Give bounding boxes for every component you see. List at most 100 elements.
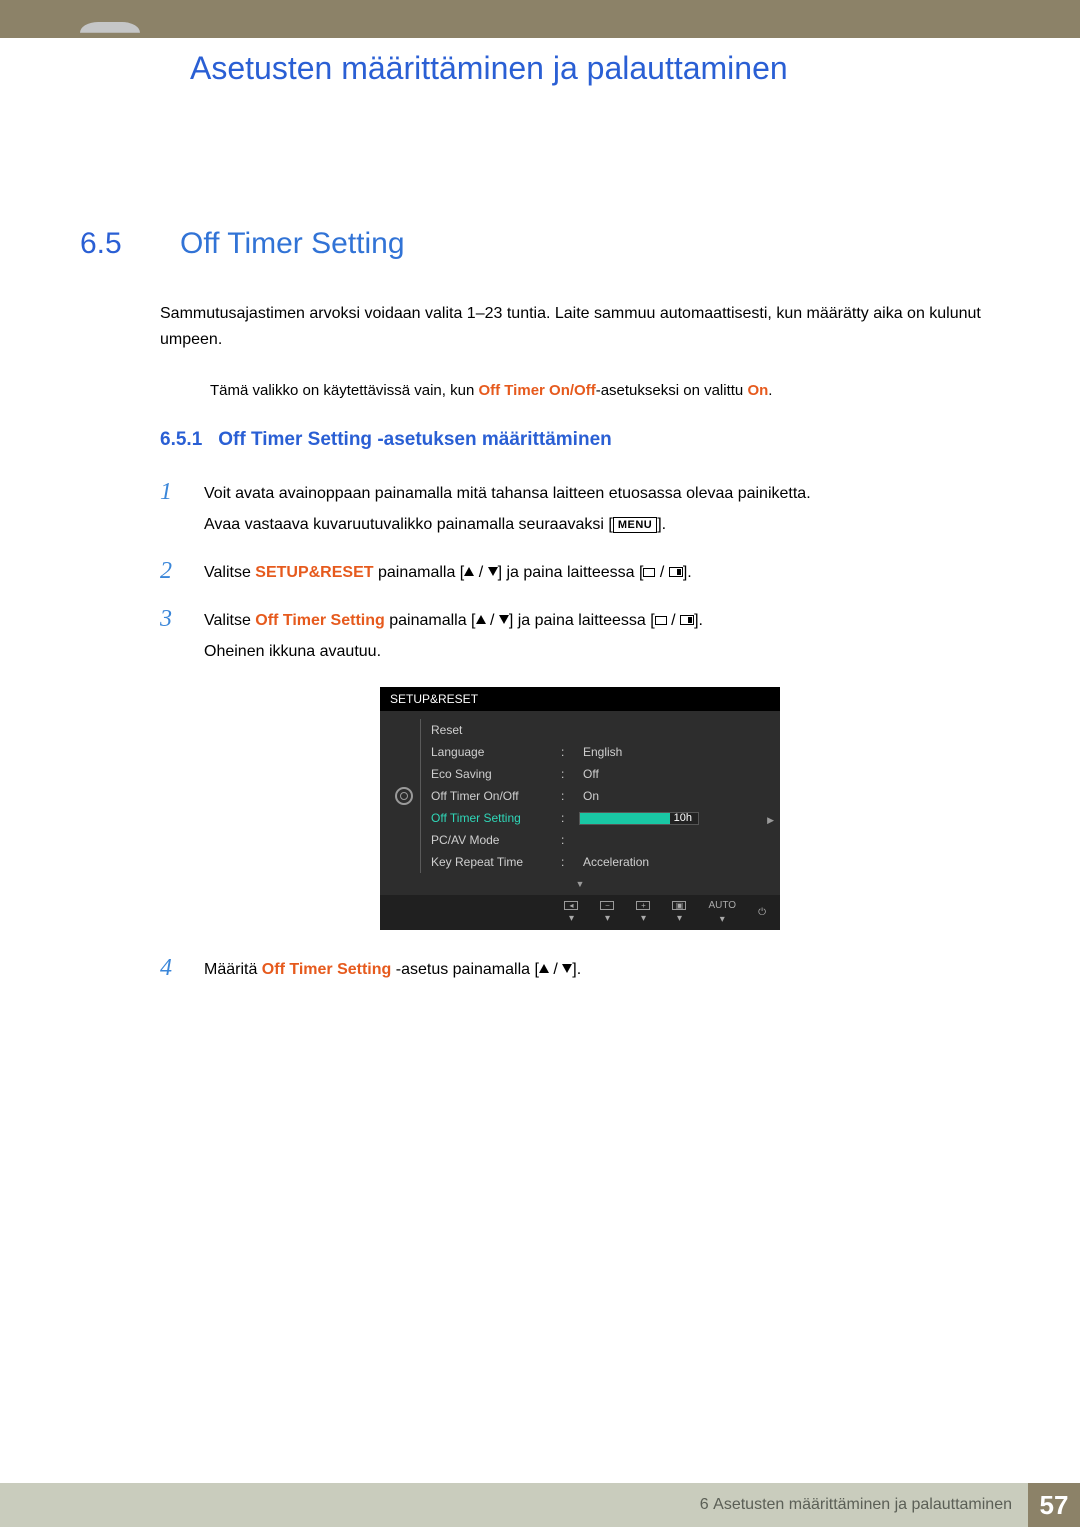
triangle-down-icon — [499, 615, 509, 624]
osd-row-off-timer-onoff: Off Timer On/Off : On — [431, 785, 766, 807]
osd-footer-plus: +▾ — [636, 901, 650, 924]
step-1: 1 Voit avata avainoppaan painamalla mitä… — [160, 479, 1000, 540]
gear-icon — [395, 787, 413, 805]
osd-row-reset: Reset — [431, 719, 766, 741]
page-footer: 6 Asetusten määrittäminen ja palauttamin… — [0, 1483, 1080, 1527]
step-text: Valitse SETUP&RESET painamalla [ / ] ja … — [204, 558, 692, 588]
page-number: 57 — [1028, 1483, 1080, 1527]
osd-slider-track: 10h — [579, 812, 699, 825]
enter-icon — [680, 615, 694, 625]
step-2-c: painamalla [ — [374, 564, 465, 581]
note-ref-on: On — [747, 382, 768, 399]
note-mid: -asetukseksi on valittu — [596, 382, 748, 399]
osd-left-pane — [388, 719, 420, 873]
step-2-d: ] ja paina laitteessa [ — [498, 564, 644, 581]
subsection-title: Off Timer Setting -asetuksen määrittämin… — [218, 429, 611, 451]
osd-screenshot-wrap: SETUP&RESET Reset Language : English — [160, 687, 1000, 930]
footer-bar: 6 Asetusten määrittäminen ja palauttamin… — [0, 1483, 1080, 1527]
step-3-d: ] ja paina laitteessa [ — [509, 612, 655, 629]
minus-icon: − — [600, 901, 614, 910]
step-3: 3 Valitse Off Timer Setting painamalla [… — [160, 606, 1000, 667]
enter-icon — [669, 567, 683, 577]
osd-slider-fill — [580, 813, 670, 824]
osd-footer-enter: ▣▾ — [672, 901, 686, 924]
osd-row-language: Language : English — [431, 741, 766, 763]
plus-icon: + — [636, 901, 650, 910]
footer-chapter-index: 6 — [700, 1496, 709, 1514]
steps-list: 1 Voit avata avainoppaan painamalla mitä… — [160, 479, 1000, 985]
osd-row-label: Key Repeat Time — [431, 855, 551, 869]
step-1-line2-b: ]. — [657, 516, 666, 533]
osd-row-value: Acceleration — [583, 855, 766, 869]
colon: : — [561, 745, 573, 759]
osd-row-key-repeat-time: Key Repeat Time : Acceleration — [431, 851, 766, 873]
osd-row-label: Off Timer Setting — [431, 811, 551, 825]
back-icon: ◂ — [564, 901, 578, 910]
section-note: Tämä valikko on käytettävissä vain, kun … — [210, 382, 1000, 399]
triangle-down-icon — [488, 567, 498, 576]
osd-menu-list: Reset Language : English Eco Saving : Of… — [420, 719, 766, 873]
list-more-indicator: ▼ — [380, 877, 780, 895]
triangle-up-icon — [539, 964, 549, 973]
osd-row-value: Off — [583, 767, 766, 781]
colon: : — [561, 855, 573, 869]
colon: : — [561, 789, 573, 803]
note-suffix: . — [768, 382, 772, 399]
osd-row-label: Eco Saving — [431, 767, 551, 781]
footer-chapter: 6 Asetusten määrittäminen ja palauttamin… — [0, 1483, 1028, 1527]
step-text: Voit avata avainoppaan painamalla mitä t… — [204, 479, 811, 540]
osd-row-value: On — [583, 789, 766, 803]
subsection-heading: 6.5.1 Off Timer Setting -asetuksen määri… — [160, 429, 1000, 451]
osd-footer-back: ◂▾ — [564, 901, 578, 924]
power-icon: ⏻ — [758, 907, 766, 918]
osd-row-eco-saving: Eco Saving : Off — [431, 763, 766, 785]
step-3-a: Valitse — [204, 612, 255, 629]
triangle-up-icon — [476, 615, 486, 624]
square-icon — [655, 616, 667, 625]
section-number: 6.5 — [80, 227, 150, 261]
osd-title-bar: SETUP&RESET — [380, 687, 780, 711]
colon: : — [561, 811, 573, 825]
osd-slider-cell: 10h — [583, 812, 766, 825]
osd-body: Reset Language : English Eco Saving : Of… — [380, 711, 780, 877]
section-heading-row: 6.5 Off Timer Setting — [80, 227, 1000, 261]
osd-row-value: English — [583, 745, 766, 759]
section-intro-text: Sammutusajastimen arvoksi voidaan valita… — [160, 301, 1000, 352]
step-4-a: Määritä — [204, 961, 262, 978]
subsection-number: 6.5.1 — [160, 429, 202, 451]
section-title: Off Timer Setting — [180, 227, 405, 261]
off-timer-setting-label: Off Timer Setting — [255, 612, 385, 629]
footer-chapter-name: Asetusten määrittäminen ja palauttaminen — [713, 1496, 1012, 1514]
step-number: 3 — [160, 606, 182, 667]
step-3-f: Oheinen ikkuna avautuu. — [204, 637, 703, 667]
osd-footer-minus: −▾ — [600, 901, 614, 924]
off-timer-setting-label: Off Timer Setting — [262, 961, 392, 978]
step-2-a: Valitse — [204, 564, 255, 581]
osd-footer-hints: ◂▾ −▾ +▾ ▣▾ AUTO▾ ⏻ — [380, 895, 780, 930]
menu-badge: MENU — [613, 517, 657, 533]
step-2-e: ]. — [683, 564, 692, 581]
osd-row-label: Language — [431, 745, 551, 759]
step-1-line1: Voit avata avainoppaan painamalla mitä t… — [204, 479, 811, 509]
colon: : — [561, 767, 573, 781]
osd-row-label: Reset — [431, 723, 551, 737]
setup-reset-label: SETUP&RESET — [255, 564, 373, 581]
step-2: 2 Valitse SETUP&RESET painamalla [ / ] j… — [160, 558, 1000, 588]
enter-icon-small: ▣ — [672, 901, 686, 910]
arrow-right-icon: ▶ — [767, 815, 774, 826]
osd-footer-auto: AUTO▾ — [708, 900, 736, 925]
step-1-line2: Avaa vastaava kuvaruutuvalikko painamall… — [204, 510, 811, 540]
step-1-line2-a: Avaa vastaava kuvaruutuvalikko painamall… — [204, 516, 613, 533]
osd-panel: SETUP&RESET Reset Language : English — [380, 687, 780, 930]
step-text: Valitse Off Timer Setting painamalla [ /… — [204, 606, 703, 667]
square-icon — [643, 568, 655, 577]
step-number: 1 — [160, 479, 182, 540]
colon: : — [561, 833, 573, 847]
osd-row-label: Off Timer On/Off — [431, 789, 551, 803]
step-3-c: painamalla [ — [385, 612, 476, 629]
triangle-down-icon — [562, 964, 572, 973]
step-4: 4 Määritä Off Timer Setting -asetus pain… — [160, 955, 1000, 985]
step-text: Määritä Off Timer Setting -asetus painam… — [204, 955, 581, 985]
step-number: 4 — [160, 955, 182, 985]
step-3-e: ]. — [694, 612, 703, 629]
